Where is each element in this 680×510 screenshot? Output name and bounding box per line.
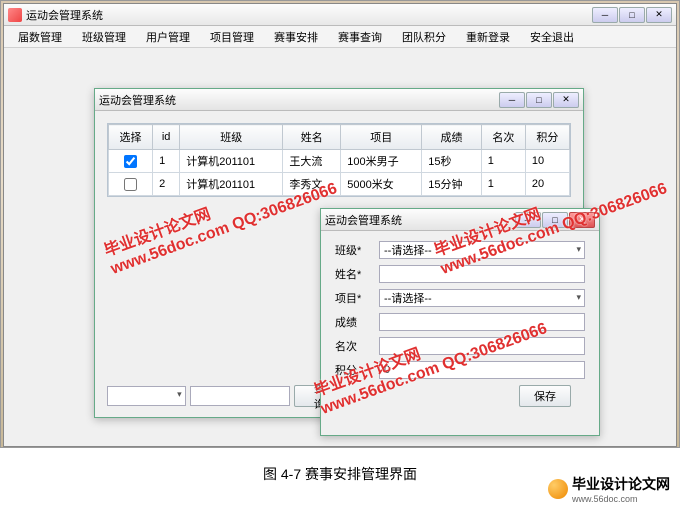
close-button[interactable]: ✕ [646,7,672,23]
edit-dialog: 运动会管理系统 ─ □ ✕ 班级*--请选择-- 姓名* 项目*--请选择-- … [320,208,600,436]
menu-item[interactable]: 项目管理 [200,26,264,48]
maximize-button[interactable]: □ [526,92,552,108]
minimize-button[interactable]: ─ [592,7,618,23]
close-button[interactable]: ✕ [569,212,595,228]
app-icon [8,8,22,22]
name-input[interactable] [379,265,585,283]
col-rank[interactable]: 名次 [481,125,525,150]
main-window: 运动会管理系统 ─ □ ✕ 届数管理 班级管理 用户管理 项目管理 赛事安排 赛… [3,3,677,447]
results-grid: 选择 id 班级 姓名 项目 成绩 名次 积分 1计算机201101王大流100… [107,123,571,197]
points-input[interactable] [379,361,585,379]
class-label: 班级* [335,242,379,258]
menu-item[interactable]: 班级管理 [72,26,136,48]
menubar: 届数管理 班级管理 用户管理 项目管理 赛事安排 赛事查询 团队积分 重新登录 … [4,26,676,48]
result-input[interactable] [379,313,585,331]
desktop: 运动会管理系统 ─ □ ✕ 届数管理 班级管理 用户管理 项目管理 赛事安排 赛… [0,0,680,448]
menu-item[interactable]: 团队积分 [392,26,456,48]
window-controls: ─ □ ✕ [592,7,672,23]
menu-item[interactable]: 赛事查询 [328,26,392,48]
client-area: 运动会管理系统 ─ □ ✕ 选择 id 班级 姓名 项目 [4,48,676,446]
child-titlebar: 运动会管理系统 ─ □ ✕ [95,89,583,111]
edit-form: 班级*--请选择-- 姓名* 项目*--请选择-- 成绩 名次 积分 保存 [321,231,599,417]
child-title-text: 运动会管理系统 [99,92,176,108]
minimize-button[interactable]: ─ [515,212,541,228]
footer-logo: 毕业设计论文网 www.56doc.com [548,474,670,504]
minimize-button[interactable]: ─ [499,92,525,108]
event-combo[interactable]: --请选择-- [379,289,585,307]
col-event[interactable]: 项目 [341,125,422,150]
save-button[interactable]: 保存 [519,385,571,407]
maximize-button[interactable]: □ [542,212,568,228]
child-title-text: 运动会管理系统 [325,212,402,228]
menu-item[interactable]: 重新登录 [456,26,520,48]
logo-icon [548,479,568,499]
filter-input[interactable] [190,386,290,406]
col-points[interactable]: 积分 [525,125,569,150]
close-button[interactable]: ✕ [553,92,579,108]
footer-url: www.56doc.com [572,494,670,504]
points-label: 积分 [335,362,379,378]
child-titlebar: 运动会管理系统 ─ □ ✕ [321,209,599,231]
footer-brand: 毕业设计论文网 [572,476,670,492]
col-name[interactable]: 姓名 [283,125,341,150]
row-checkbox[interactable] [124,178,137,191]
menu-item[interactable]: 用户管理 [136,26,200,48]
menu-item[interactable]: 赛事安排 [264,26,328,48]
main-titlebar: 运动会管理系统 ─ □ ✕ [4,4,676,26]
result-label: 成绩 [335,314,379,330]
table-row[interactable]: 2计算机201101李秀文5000米女15分钟120 [109,173,570,196]
menu-item[interactable]: 安全退出 [520,26,584,48]
rank-input[interactable] [379,337,585,355]
rank-label: 名次 [335,338,379,354]
col-id[interactable]: id [153,125,180,150]
col-select[interactable]: 选择 [109,125,153,150]
main-title: 运动会管理系统 [26,7,103,23]
event-label: 项目* [335,290,379,306]
window-controls: ─ □ ✕ [499,92,579,108]
maximize-button[interactable]: □ [619,7,645,23]
col-class[interactable]: 班级 [180,125,283,150]
filter-combo[interactable] [107,386,186,406]
row-checkbox[interactable] [124,155,137,168]
menu-item[interactable]: 届数管理 [8,26,72,48]
name-label: 姓名* [335,266,379,282]
table-row[interactable]: 1计算机201101王大流100米男子15秒110 [109,150,570,173]
class-combo[interactable]: --请选择-- [379,241,585,259]
col-result[interactable]: 成绩 [422,125,482,150]
window-controls: ─ □ ✕ [515,212,595,228]
